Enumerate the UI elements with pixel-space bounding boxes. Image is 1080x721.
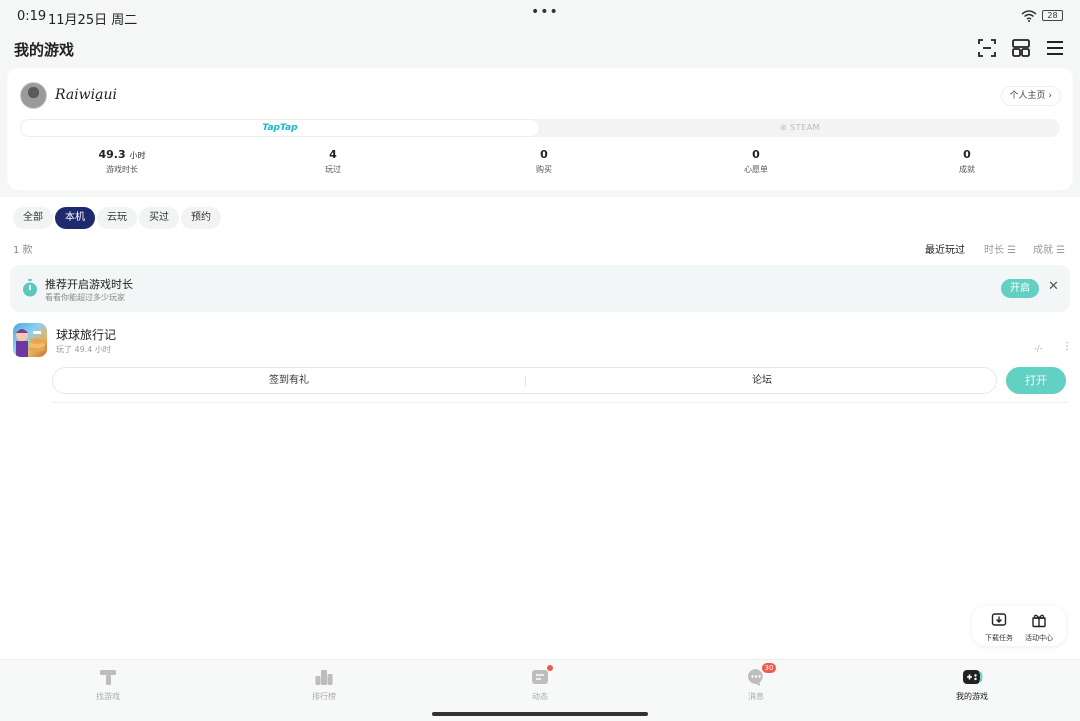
- wifi-icon: [1021, 10, 1037, 22]
- menu-icon[interactable]: [1045, 38, 1065, 58]
- page-title: 我的游戏: [14, 41, 75, 59]
- stat-value: 0: [540, 148, 548, 161]
- sort-duration[interactable]: 时长 ☰: [984, 241, 1016, 256]
- stat-label: 心愿单: [744, 165, 768, 174]
- filter-local[interactable]: 本机: [55, 207, 95, 229]
- grid-icon[interactable]: [1011, 38, 1031, 58]
- game-count: 1 款: [13, 245, 33, 256]
- nav-label: 我的游戏: [956, 692, 988, 701]
- download-tasks-label: 下载任务: [985, 634, 1013, 642]
- message-badge: 30: [762, 663, 776, 673]
- status-bar: 0:19 11月25日 周二 ••• 28: [0, 0, 1080, 30]
- stat-value: 0: [752, 148, 760, 161]
- ranking-icon: [314, 667, 334, 687]
- stat-value: 0: [963, 148, 971, 161]
- nav-feed[interactable]: 动态: [500, 665, 580, 702]
- stat-unit: 小时: [129, 151, 146, 160]
- stat-wishlist[interactable]: 0 心愿单: [696, 148, 816, 175]
- nav-messages[interactable]: 30 消息: [716, 663, 796, 702]
- nav-label: 消息: [748, 692, 764, 701]
- feed-badge-dot: [547, 665, 553, 671]
- platform-tab-steam[interactable]: ⊛ STEAM: [540, 119, 1060, 137]
- playtime-banner: 推荐开启游戏时长 看看你能超过多少玩家 开启 ✕: [10, 265, 1070, 312]
- discover-icon: [98, 667, 118, 687]
- stat-value: 49.3: [98, 148, 126, 161]
- filter-cloud[interactable]: 云玩: [97, 207, 137, 229]
- status-date: 11月25日 周二: [48, 13, 138, 28]
- nav-discover[interactable]: 找游戏: [68, 667, 148, 702]
- window-dots[interactable]: •••: [531, 4, 559, 20]
- stat-playtime[interactable]: 49.3 小时 游戏时长: [62, 148, 182, 175]
- stat-label: 游戏时长: [106, 165, 138, 174]
- divider: [52, 402, 1068, 403]
- game-score: -/-: [1034, 344, 1043, 353]
- game-playtime: 玩了 49.4 小时: [56, 345, 111, 354]
- banner-subtitle: 看看你能超过多少玩家: [45, 293, 125, 302]
- stat-achievements[interactable]: 0 成就: [907, 148, 1027, 175]
- download-icon: [991, 613, 1007, 626]
- profile-home-link[interactable]: 个人主页 ›: [1000, 86, 1061, 106]
- game-art-icon: [16, 329, 45, 357]
- username: Raiwia̱ui: [55, 87, 117, 103]
- checkin-reward-button[interactable]: 签到有礼: [53, 368, 525, 393]
- open-game-button[interactable]: 打开: [1006, 367, 1066, 394]
- steam-label: STEAM: [790, 123, 821, 132]
- profile-card: Raiwia̱ui 个人主页 › TapTap ⊛ STEAM 49.3 小时 …: [7, 68, 1073, 190]
- avatar[interactable]: [20, 82, 47, 109]
- battery-icon: 28: [1042, 10, 1063, 21]
- sort-recent[interactable]: 最近玩过: [925, 241, 965, 256]
- stat-label: 玩过: [325, 165, 341, 174]
- stat-label: 购买: [536, 165, 552, 174]
- nav-label: 找游戏: [96, 692, 120, 701]
- filter-reserved[interactable]: 预约: [181, 207, 221, 229]
- feed-icon: [530, 665, 553, 687]
- filter-all[interactable]: 全部: [13, 207, 53, 229]
- sort-achievement[interactable]: 成就 ☰: [1033, 241, 1065, 256]
- more-options-icon[interactable]: ⋮: [1062, 341, 1072, 352]
- gamepad-icon: [962, 667, 983, 687]
- filter-bought[interactable]: 买过: [139, 207, 179, 229]
- nav-ranking[interactable]: 排行榜: [284, 667, 364, 702]
- floating-shortcuts: 下载任务 活动中心: [972, 606, 1066, 646]
- game-title[interactable]: 球球旅行记: [56, 326, 116, 343]
- download-tasks-button[interactable]: 下载任务: [979, 612, 1019, 643]
- enable-playtime-button[interactable]: 开启: [1001, 279, 1039, 298]
- status-time: 0:19: [17, 9, 47, 24]
- stat-played[interactable]: 4 玩过: [273, 148, 393, 175]
- platform-switch: TapTap ⊛ STEAM: [20, 119, 1060, 137]
- scan-icon[interactable]: [977, 38, 997, 58]
- gift-icon: [1032, 614, 1046, 628]
- forum-button[interactable]: 论坛: [526, 368, 998, 393]
- event-center-label: 活动中心: [1025, 634, 1053, 642]
- game-action-bar: 签到有礼 论坛: [52, 367, 997, 394]
- game-icon[interactable]: [13, 323, 47, 357]
- stat-purchased[interactable]: 0 购买: [484, 148, 604, 175]
- stat-label: 成就: [959, 165, 975, 174]
- event-center-button[interactable]: 活动中心: [1019, 612, 1059, 643]
- banner-title: 推荐开启游戏时长: [45, 278, 133, 291]
- nav-label: 动态: [532, 692, 548, 701]
- stopwatch-icon: [23, 279, 37, 297]
- message-icon: 30: [746, 663, 776, 687]
- stat-value: 4: [329, 148, 337, 161]
- home-indicator[interactable]: [432, 712, 648, 716]
- nav-label: 排行榜: [312, 692, 336, 701]
- platform-tab-taptap[interactable]: TapTap: [20, 119, 540, 137]
- close-icon[interactable]: ✕: [1048, 279, 1059, 294]
- steam-icon: ⊛: [779, 123, 791, 132]
- nav-my-games[interactable]: 我的游戏: [932, 667, 1012, 702]
